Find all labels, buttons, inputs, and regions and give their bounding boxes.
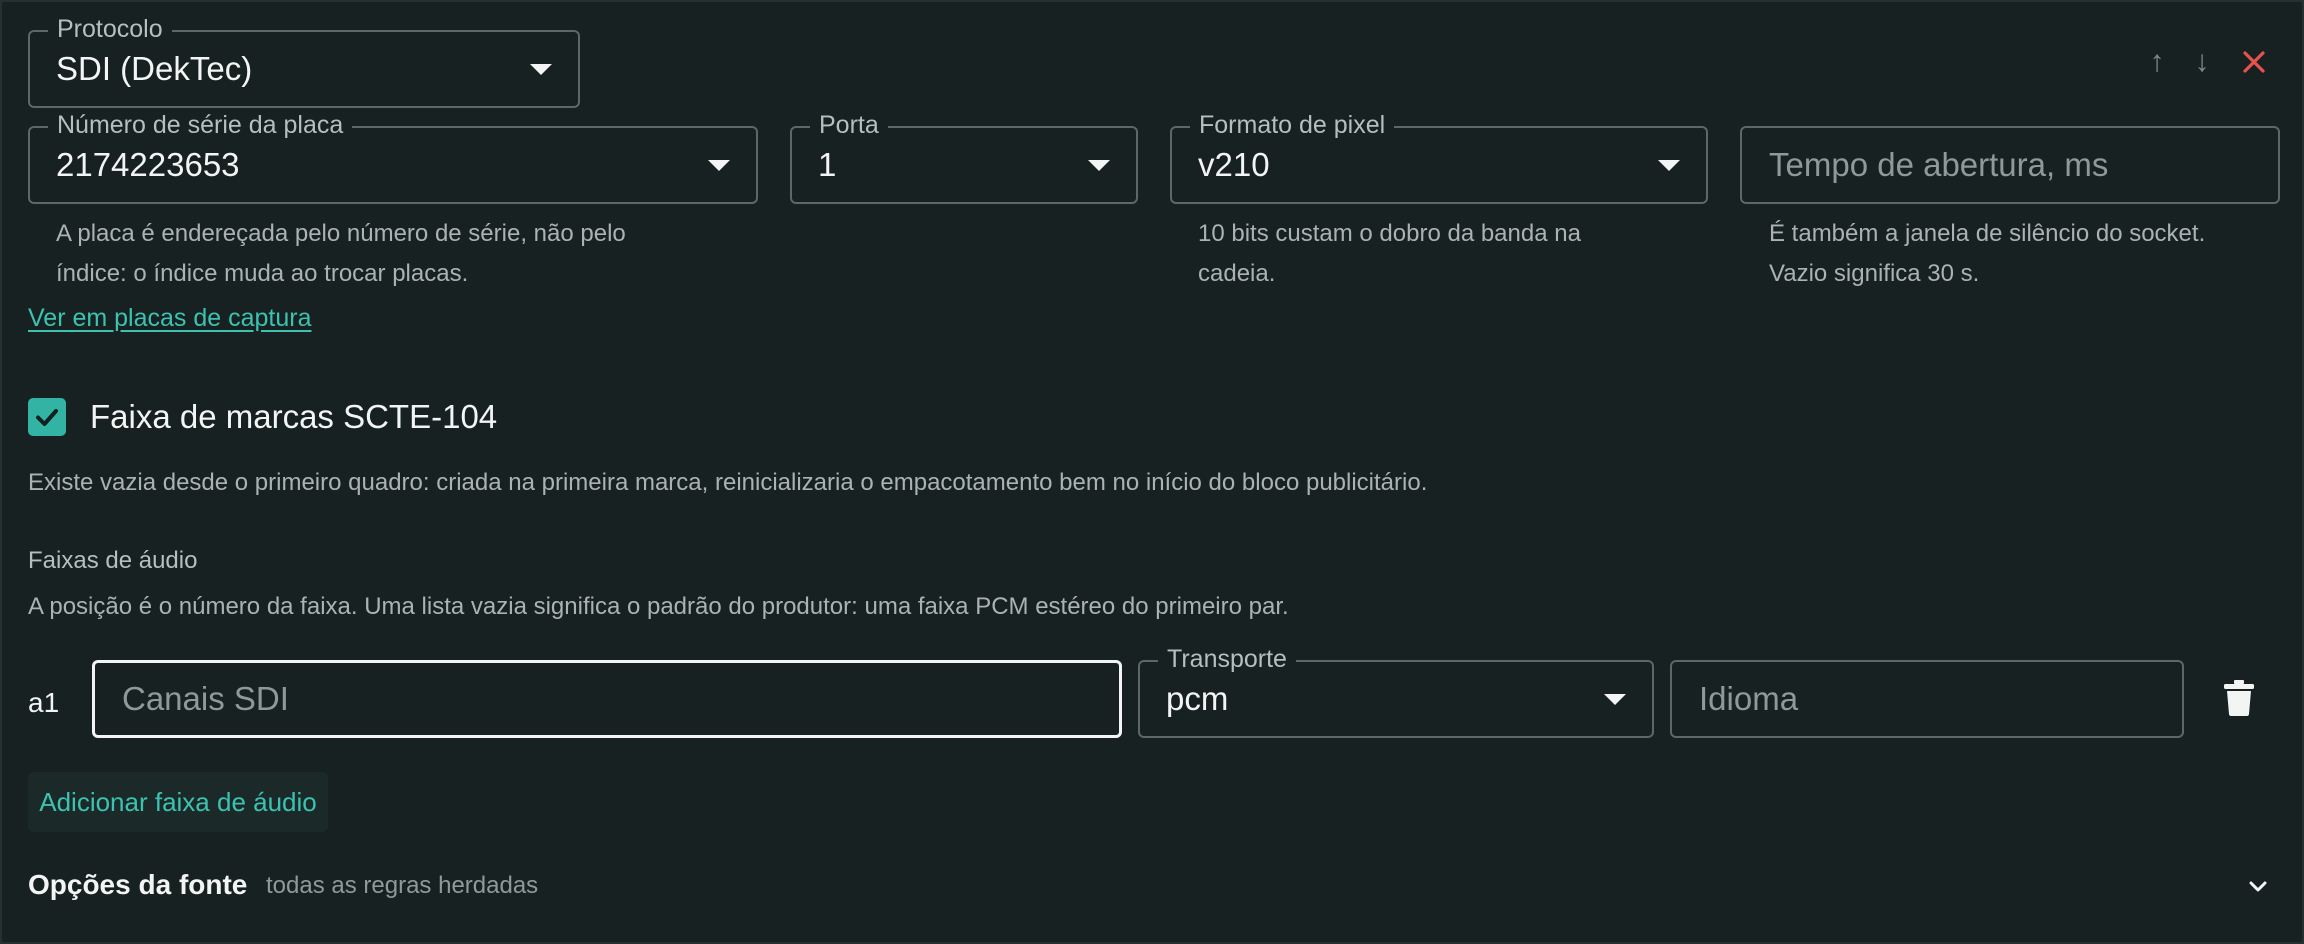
port-select[interactable]: Porta 1 — [790, 109, 1138, 204]
transport-value: pcm — [1166, 680, 1229, 717]
scte-description: Existe vazia desde o primeiro quadro: cr… — [28, 469, 1428, 496]
chevron-down-icon — [1088, 160, 1110, 171]
pixel-format-select[interactable]: Formato de pixel v210 — [1170, 109, 1708, 204]
serial-number-helper: A placa é endereçada pelo número de séri… — [56, 214, 736, 294]
delete-track-button[interactable] — [2222, 678, 2256, 718]
port-value: 1 — [818, 146, 837, 183]
open-time-input[interactable]: Tempo de abertura, ms — [1740, 126, 2280, 204]
transport-select[interactable]: Transporte pcm — [1138, 643, 1654, 738]
chevron-down-icon — [530, 64, 552, 75]
arrow-up-icon: ↑ — [2149, 45, 2165, 78]
audio-tracks-description: A posição é o número da faixa. Uma lista… — [28, 593, 1289, 620]
open-time-helper-line-1: É também a janela de silêncio do socket. — [1769, 220, 2206, 247]
language-input[interactable]: Idioma — [1670, 660, 2184, 738]
move-up-button[interactable]: ↑ — [2140, 42, 2174, 82]
trash-icon — [2224, 680, 2254, 716]
check-icon — [36, 409, 58, 426]
capture-cards-link[interactable]: Ver em placas de captura — [28, 304, 312, 333]
pixel-format-value: v210 — [1198, 146, 1270, 183]
pixel-format-helper-line-2: cadeia. — [1198, 260, 1276, 287]
chevron-down-icon — [708, 160, 730, 171]
pixel-format-helper-line-1: 10 bits custam o dobro da banda na — [1198, 220, 1581, 247]
add-audio-track-button[interactable]: Adicionar faixa de áudio — [28, 772, 328, 832]
serial-number-value: 2174223653 — [56, 146, 240, 183]
serial-number-select[interactable]: Número de série da placa 2174223653 — [28, 109, 758, 204]
protocol-value: SDI (DekTec) — [56, 50, 253, 87]
open-time-helper: É também a janela de silêncio do socket.… — [1769, 214, 2289, 294]
serial-helper-line-2: índice: o índice muda ao trocar placas. — [56, 260, 469, 287]
source-options-title: Opções da fonte — [28, 869, 248, 900]
audio-track-index: a1 — [28, 687, 60, 718]
close-icon — [2243, 51, 2265, 73]
serial-helper-line-1: A placa é endereçada pelo número de séri… — [56, 220, 626, 247]
language-placeholder: Idioma — [1699, 680, 1799, 717]
open-time-placeholder: Tempo de abertura, ms — [1769, 146, 2109, 183]
source-options-header[interactable]: Opções da fonte todas as regras herdadas — [2, 862, 2302, 922]
chevron-down-icon — [1658, 160, 1680, 171]
open-time-helper-line-2: Vazio significa 30 s. — [1769, 260, 1980, 287]
sdi-channels-input[interactable]: Canais SDI — [92, 660, 1122, 738]
remove-source-button[interactable] — [2237, 42, 2271, 82]
source-panel: Protocolo SDI (DekTec) ↑ ↓ Número de sér… — [0, 0, 2304, 944]
pixel-format-helper: 10 bits custam o dobro da banda na cadei… — [1198, 214, 1698, 294]
chevron-down-icon — [1604, 694, 1626, 705]
chevron-down-icon — [2249, 881, 2267, 892]
scte-checkbox-label[interactable]: Faixa de marcas SCTE-104 — [90, 396, 497, 438]
arrow-down-icon: ↓ — [2194, 45, 2210, 78]
move-down-button[interactable]: ↓ — [2185, 42, 2219, 82]
sdi-channels-placeholder: Canais SDI — [122, 680, 289, 717]
protocol-select[interactable]: Protocolo SDI (DekTec) — [28, 13, 580, 108]
source-options-subtitle: todas as regras herdadas — [266, 872, 539, 899]
audio-tracks-title: Faixas de áudio — [28, 547, 198, 574]
scte-checkbox[interactable] — [28, 398, 66, 436]
